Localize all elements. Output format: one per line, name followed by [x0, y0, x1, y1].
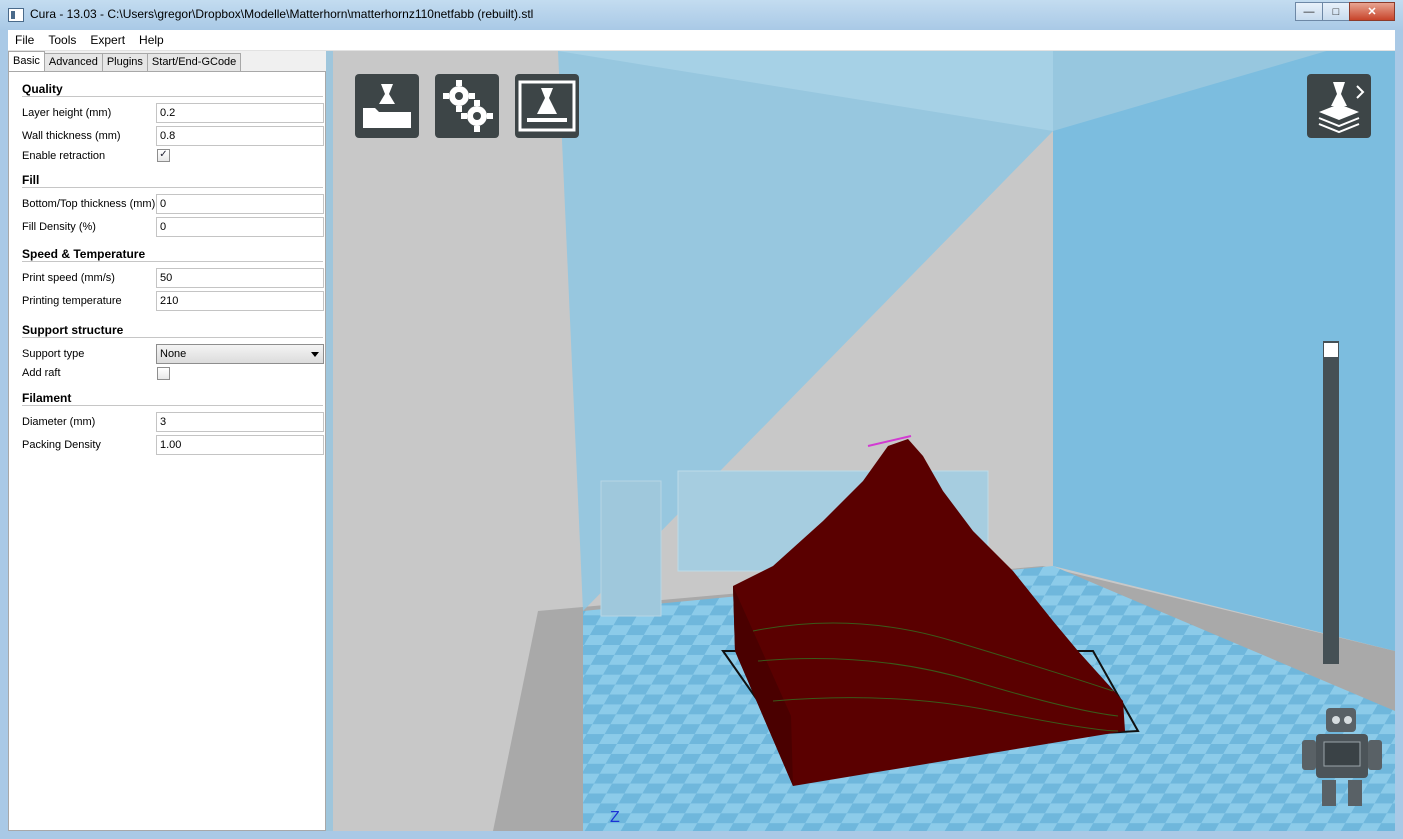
bottom-top-thickness-field[interactable]: 0 — [156, 194, 324, 214]
window-frame-right — [1395, 30, 1403, 833]
diameter-field[interactable]: 3 — [156, 412, 324, 432]
close-button[interactable]: ✕ — [1349, 2, 1395, 21]
view-mode-icon — [1318, 82, 1365, 134]
maximize-button[interactable]: □ — [1322, 2, 1350, 21]
z-axis-label: Z — [610, 809, 620, 826]
packing-density-field[interactable]: 1.00 — [156, 435, 324, 455]
printer-frame-left — [600, 480, 662, 617]
enable-retraction-label: Enable retraction — [22, 150, 106, 162]
tab-plugins[interactable]: Plugins — [101, 53, 148, 71]
build-volume-right-wall — [1053, 51, 1395, 651]
diameter-label: Diameter (mm) — [22, 416, 96, 428]
tab-advanced[interactable]: Advanced — [43, 53, 103, 71]
window-controls: — □ ✕ — [1295, 2, 1395, 21]
tab-basic[interactable]: Basic — [8, 51, 45, 72]
robot-mascot-icon — [1302, 708, 1382, 806]
section-speed-temperature-heading: Speed & Temperature — [22, 247, 323, 262]
build-volume-scene — [333, 51, 1395, 831]
window-frame-left — [0, 30, 8, 833]
printing-temperature-field[interactable]: 210 — [156, 291, 324, 311]
wall-thickness-field[interactable]: 0.8 — [156, 126, 324, 146]
menu-bar: File Tools Expert Help — [8, 30, 1395, 51]
layer-height-field[interactable]: 0.2 — [156, 103, 324, 123]
section-quality-heading: Quality — [22, 82, 323, 97]
settings-sidebar: Basic Advanced Plugins Start/End-GCode Q… — [8, 51, 326, 831]
3d-viewport[interactable]: Z — [333, 51, 1395, 831]
print-speed-label: Print speed (mm/s) — [22, 272, 115, 284]
minimize-button[interactable]: — — [1295, 2, 1323, 21]
support-type-select[interactable]: None — [156, 344, 324, 364]
fill-density-label: Fill Density (%) — [22, 221, 96, 233]
print-speed-field[interactable]: 50 — [156, 268, 324, 288]
window-title: Cura - 13.03 - C:\Users\gregor\Dropbox\M… — [30, 7, 534, 21]
section-support-structure-heading: Support structure — [22, 323, 323, 338]
settings-button[interactable] — [435, 74, 499, 138]
print-button[interactable] — [515, 74, 579, 138]
layer-height-label: Layer height (mm) — [22, 107, 112, 119]
bottom-top-thickness-label: Bottom/Top thickness (mm) — [22, 198, 156, 210]
packing-density-label: Packing Density — [22, 439, 101, 451]
fill-density-field[interactable]: 0 — [156, 217, 324, 237]
layer-slider-track[interactable] — [1323, 341, 1339, 664]
menu-file[interactable]: File — [8, 30, 41, 50]
basic-settings-panel: Quality Layer height (mm) 0.2 Wall thick… — [8, 71, 326, 831]
settings-tabs: Basic Advanced Plugins Start/End-GCode — [8, 51, 242, 72]
support-type-value: None — [160, 348, 187, 360]
menu-help[interactable]: Help — [132, 30, 171, 50]
menu-expert[interactable]: Expert — [83, 30, 132, 50]
view-mode-button[interactable] — [1307, 74, 1371, 138]
menu-tools[interactable]: Tools — [41, 30, 83, 50]
print-gcode-icon — [518, 80, 576, 132]
window-frame-bottom — [0, 831, 1403, 839]
load-model-icon — [363, 84, 411, 128]
app-icon — [8, 8, 24, 22]
printing-temperature-label: Printing temperature — [22, 295, 122, 307]
tab-start-end-gcode[interactable]: Start/End-GCode — [146, 53, 242, 71]
section-filament-heading: Filament — [22, 391, 323, 406]
support-type-label: Support type — [22, 348, 85, 360]
section-fill-heading: Fill — [22, 173, 323, 188]
layer-slider-handle[interactable] — [1324, 343, 1338, 357]
load-model-button[interactable] — [355, 74, 419, 138]
add-raft-checkbox[interactable] — [157, 367, 170, 380]
wall-thickness-label: Wall thickness (mm) — [22, 130, 121, 142]
dropdown-arrow-icon — [311, 352, 319, 357]
add-raft-label: Add raft — [22, 367, 61, 379]
enable-retraction-checkbox[interactable]: ✓ — [157, 149, 170, 162]
title-bar: Cura - 13.03 - C:\Users\gregor\Dropbox\M… — [0, 0, 1403, 31]
settings-gears-icon — [443, 80, 493, 132]
